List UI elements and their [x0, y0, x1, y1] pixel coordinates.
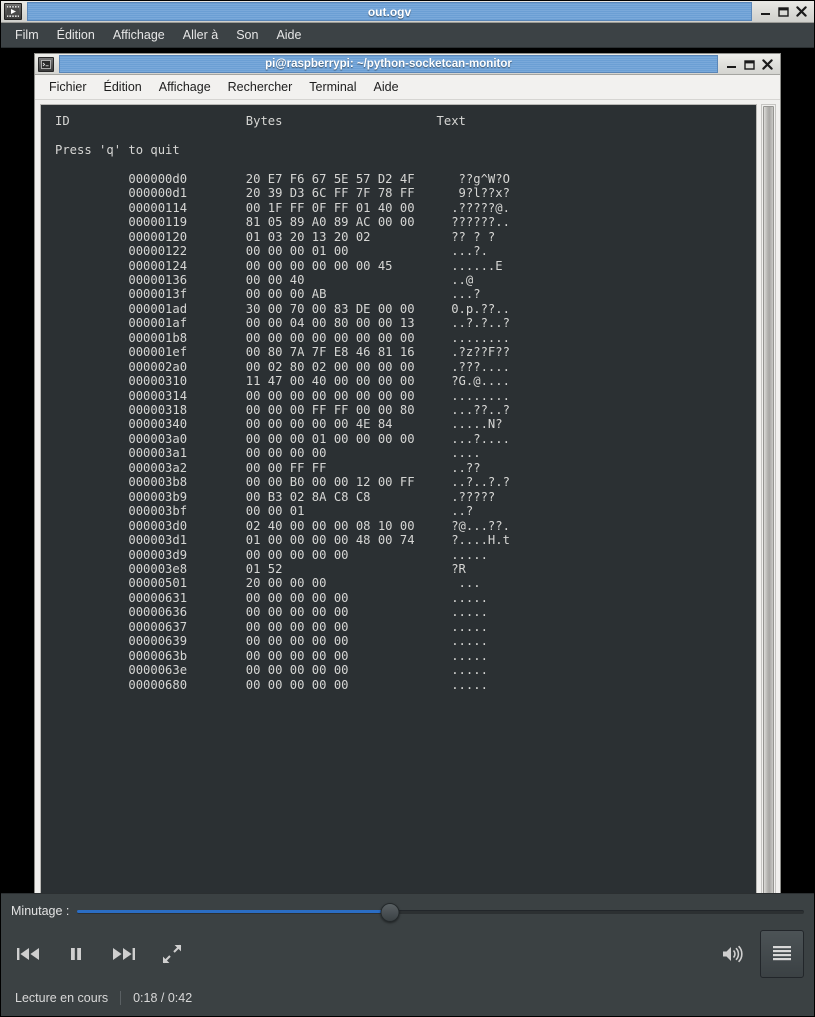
table-row: 000003d0 02 40 00 00 00 08 10 00 ?@...??… [55, 518, 510, 533]
table-row: 000001ad 30 00 70 00 83 DE 00 00 0.p.??.… [55, 301, 510, 316]
terminal-window-buttons [720, 58, 780, 70]
terminal-menu-aide[interactable]: Aide [366, 77, 407, 97]
table-row: 0000063b 00 00 00 00 00 ..... [55, 648, 488, 663]
player-title: out.ogv [367, 4, 412, 19]
table-row: 000002a0 00 02 80 02 00 00 00 00 .???...… [55, 359, 510, 374]
terminal-scrollbar-thumb[interactable] [763, 106, 774, 893]
table-row: 000001b8 00 00 00 00 00 00 00 00 .......… [55, 330, 510, 345]
table-row: 00000119 81 05 89 A0 89 AC 00 00 ??????.… [55, 215, 510, 230]
table-row: 000003a1 00 00 00 00 .... [55, 446, 481, 461]
seek-slider[interactable] [77, 901, 804, 922]
terminal-menu-edition[interactable]: Édition [96, 77, 150, 97]
terminal-screen[interactable]: ID Bytes Text Press 'q' to quit 000000d0 … [40, 104, 757, 893]
maximize-button[interactable] [777, 6, 789, 18]
playback-state: Lecture en cours [15, 991, 109, 1005]
playback-time: 0:18 / 0:42 [133, 991, 193, 1005]
table-row: 00000637 00 00 00 00 00 ..... [55, 619, 488, 634]
close-button[interactable] [761, 58, 773, 70]
player-menu-button[interactable] [760, 930, 804, 978]
menu-aide[interactable]: Aide [268, 25, 309, 45]
seek-label: Minutage : [11, 904, 70, 918]
menu-film[interactable]: Film [7, 25, 47, 45]
film-play-icon [4, 3, 22, 20]
minimize-button[interactable] [725, 58, 737, 70]
player-window-buttons [754, 6, 814, 18]
status-separator [120, 991, 122, 1005]
seek-fill [77, 910, 390, 913]
table-row: 000003a2 00 00 FF FF ..?? [55, 460, 481, 475]
table-row: 000003b9 00 B3 02 8A C8 C8 .????? [55, 489, 496, 504]
terminal-menu-rechercher[interactable]: Rechercher [220, 77, 301, 97]
player-menubar: Film Édition Affichage Aller à Son Aide [1, 23, 814, 48]
previous-button[interactable] [15, 941, 41, 967]
transport-buttons [15, 941, 185, 967]
table-row: 000000d1 20 39 D3 6C FF 7F 78 FF 9?l??x? [55, 186, 510, 201]
table-row: 00000501 20 00 00 00 ... [55, 576, 481, 591]
table-row: 00000120 01 03 20 13 20 02 ?? ? ? [55, 229, 496, 244]
table-row: 000003e8 01 52 ?R [55, 562, 466, 577]
table-row: 000003d9 00 00 00 00 00 ..... [55, 547, 488, 562]
media-player-window: out.ogv Film Édition Affichage Aller à S… [0, 0, 815, 1017]
table-row: 00000314 00 00 00 00 00 00 00 00 .......… [55, 388, 510, 403]
terminal-icon [38, 56, 54, 72]
table-row: 00000318 00 00 00 FF FF 00 00 80 ...??..… [55, 403, 510, 418]
terminal-quit-hint: Press 'q' to quit [55, 142, 180, 157]
terminal-title: pi@raspberrypi: ~/python-socketcan-monit… [265, 58, 512, 70]
table-row: 000001af 00 00 04 00 80 00 00 13 ..?.?..… [55, 316, 510, 331]
volume-button[interactable] [720, 941, 746, 967]
maximize-button[interactable] [743, 58, 755, 70]
table-row: 000003a0 00 00 00 01 00 00 00 00 ...?...… [55, 431, 510, 446]
table-row: 00000114 00 1F FF 0F FF 01 40 00 .?????@… [55, 200, 510, 215]
table-row: 000003d1 01 00 00 00 00 48 00 74 ?....H.… [55, 533, 510, 548]
table-row: 0000063e 00 00 00 00 00 ..... [55, 663, 488, 678]
table-row: 0000013f 00 00 00 AB ...? [55, 287, 481, 302]
table-row: 000003bf 00 00 01 ..? [55, 504, 474, 519]
table-row: 00000631 00 00 00 00 00 ..... [55, 590, 488, 605]
status-row: Lecture en cours 0:18 / 0:42 [1, 980, 814, 1016]
menu-son[interactable]: Son [228, 25, 266, 45]
seek-row: Minutage : [1, 894, 814, 928]
table-row: 000001ef 00 80 7A 7F E8 46 81 16 .?z??F?… [55, 345, 510, 360]
terminal-menu-affichage[interactable]: Affichage [151, 77, 219, 97]
table-row: 00000310 11 47 00 40 00 00 00 00 ?G.@...… [55, 374, 510, 389]
player-controls-panel: Minutage : Lecture en cours 0:18 / 0:42 [1, 893, 814, 1016]
minimize-button[interactable] [759, 6, 771, 18]
pause-button[interactable] [63, 941, 89, 967]
menu-aller-a[interactable]: Aller à [175, 25, 226, 45]
next-button[interactable] [111, 941, 137, 967]
close-button[interactable] [795, 6, 807, 18]
terminal-menu-terminal[interactable]: Terminal [301, 77, 364, 97]
menu-affichage[interactable]: Affichage [105, 25, 173, 45]
transport-controls-row [1, 928, 814, 980]
terminal-title-gradient: pi@raspberrypi: ~/python-socketcan-monit… [59, 55, 718, 73]
menu-edition[interactable]: Édition [49, 25, 103, 45]
terminal-window: pi@raspberrypi: ~/python-socketcan-monit… [34, 53, 781, 893]
terminal-titlebar: pi@raspberrypi: ~/python-socketcan-monit… [35, 54, 780, 75]
table-row: 00000639 00 00 00 00 00 ..... [55, 634, 488, 649]
video-letterbox [1, 48, 34, 893]
terminal-scrollbar[interactable] [761, 104, 776, 893]
player-title-gradient: out.ogv [27, 2, 752, 21]
table-row: 000003b8 00 00 B0 00 00 12 00 FF ..?..?.… [55, 475, 510, 490]
player-titlebar: out.ogv [1, 1, 814, 23]
terminal-menubar: Fichier Édition Affichage Rechercher Ter… [35, 75, 780, 100]
terminal-column-headers: ID Bytes Text [55, 114, 466, 128]
seek-thumb[interactable] [380, 903, 400, 922]
terminal-menu-fichier[interactable]: Fichier [41, 77, 95, 97]
hamburger-menu-icon [773, 945, 791, 964]
terminal-body: ID Bytes Text Press 'q' to quit 000000d0 … [35, 100, 780, 893]
table-row: 00000122 00 00 00 01 00 ...?. [55, 244, 488, 259]
table-row: 00000124 00 00 00 00 00 00 45 ......E [55, 258, 503, 273]
table-row: 00000680 00 00 00 00 00 ..... [55, 677, 488, 692]
video-display-area[interactable]: pi@raspberrypi: ~/python-socketcan-monit… [1, 48, 814, 893]
table-row: 00000340 00 00 00 00 00 4E 84 .....N? [55, 417, 503, 432]
table-row: 00000136 00 00 40 ..@ [55, 272, 474, 287]
table-row: 000000d0 20 E7 F6 67 5E 57 D2 4F ??g^W?O [55, 171, 510, 186]
fullscreen-button[interactable] [159, 941, 185, 967]
table-row: 00000636 00 00 00 00 00 ..... [55, 605, 488, 620]
